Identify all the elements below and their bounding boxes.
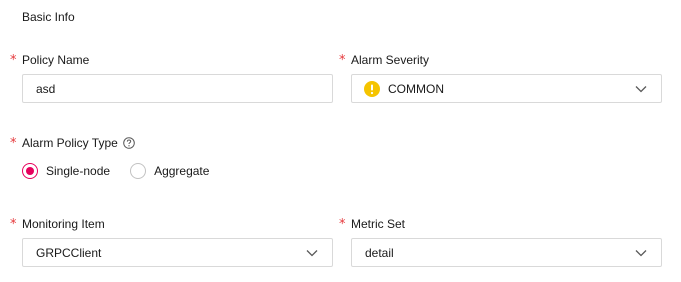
metric-set-label-text: Metric Set — [351, 217, 406, 231]
alarm-policy-type-label: Alarm Policy Type — [22, 135, 135, 151]
required-mark: * — [10, 217, 17, 232]
radio-aggregate[interactable]: Aggregate — [130, 163, 209, 179]
chevron-down-icon — [634, 82, 648, 96]
alarm-severity-select[interactable]: COMMON — [351, 74, 662, 103]
alarm-severity-value: COMMON — [388, 81, 444, 96]
metric-set-value: detail — [365, 245, 394, 260]
help-circle-icon[interactable] — [123, 137, 135, 149]
chevron-down-icon — [305, 246, 319, 260]
radio-button-unchecked[interactable] — [130, 163, 147, 179]
chevron-down-icon — [634, 246, 648, 260]
radio-single-node-label: Single-node — [46, 164, 111, 178]
warning-circle-icon — [364, 80, 380, 97]
monitoring-item-label: Monitoring Item — [22, 216, 105, 232]
basic-info-form: Basic Info * Policy Name asd * Alarm Sev… — [0, 0, 681, 282]
monitoring-item-label-text: Monitoring Item — [22, 217, 105, 231]
metric-set-label: Metric Set — [351, 216, 405, 232]
required-mark: * — [10, 136, 17, 151]
alarm-policy-type-radio-group: Single-node Aggregate — [22, 163, 229, 179]
radio-button-checked[interactable] — [22, 163, 38, 179]
metric-set-select[interactable]: detail — [351, 238, 662, 267]
radio-single-node[interactable]: Single-node — [22, 163, 110, 179]
monitoring-item-value: GRPCClient — [36, 245, 102, 260]
alarm-severity-label: Alarm Severity — [351, 52, 429, 68]
alarm-policy-type-label-text: Alarm Policy Type — [22, 136, 118, 150]
policy-name-label: Policy Name — [22, 52, 89, 68]
policy-name-value: asd — [36, 81, 56, 96]
monitoring-item-select[interactable]: GRPCClient — [22, 238, 333, 267]
required-mark: * — [339, 217, 346, 232]
radio-aggregate-label: Aggregate — [154, 164, 210, 178]
required-mark: * — [339, 53, 346, 68]
required-mark: * — [10, 53, 17, 68]
alarm-severity-label-text: Alarm Severity — [351, 53, 430, 67]
policy-name-input[interactable]: asd — [22, 74, 333, 103]
section-title: Basic Info — [22, 10, 75, 24]
policy-name-label-text: Policy Name — [22, 53, 90, 67]
